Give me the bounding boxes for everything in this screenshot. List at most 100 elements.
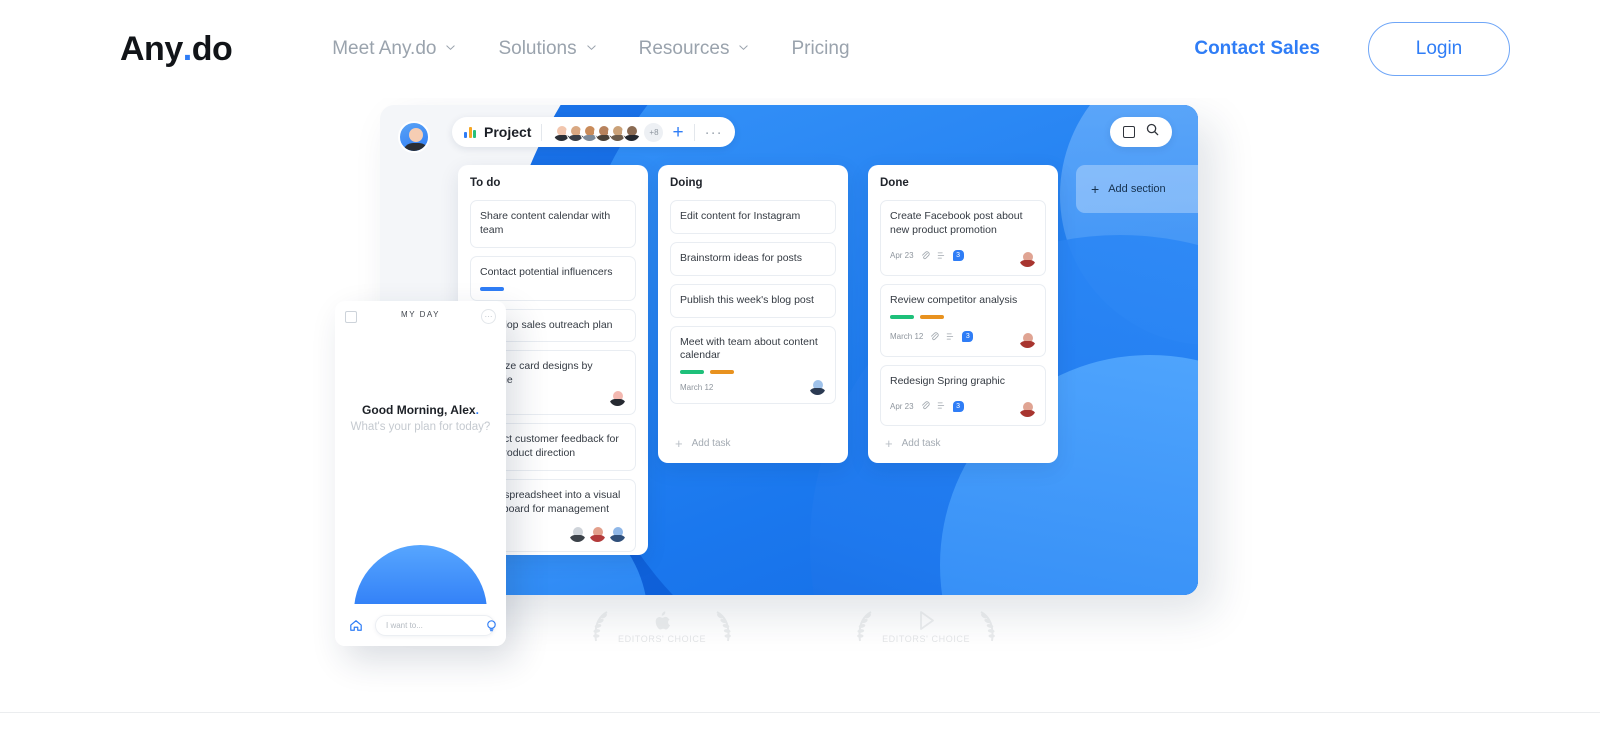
avatar[interactable] (809, 378, 826, 396)
avatar[interactable] (589, 525, 606, 542)
task-meta: Apr 23 3 (890, 397, 1036, 415)
badge-label: EDITORS' CHOICE (618, 633, 707, 644)
task-title: Brainstorm ideas for posts (680, 251, 802, 264)
add-member-button[interactable]: + (672, 123, 683, 142)
search-icon[interactable] (1146, 123, 1159, 141)
task-tags (890, 314, 1036, 319)
login-button[interactable]: Login (1368, 22, 1510, 76)
task-tags (480, 286, 626, 291)
avatar[interactable] (1019, 400, 1036, 418)
attachment-icon (921, 397, 930, 415)
square-icon[interactable] (1123, 126, 1135, 138)
task-card[interactable]: Share content calendar with team (470, 200, 636, 248)
comment-count-badge: 3 (952, 250, 964, 262)
task-meta: March 12 (680, 383, 826, 392)
avatar-head (409, 128, 423, 142)
mobile-app-mockup: MY DAY ··· Good Morning, Alex. What's yo… (335, 301, 506, 646)
bar-chart-icon (464, 126, 477, 138)
task-meta: March 12 3 (890, 328, 1036, 346)
topbar-actions (1110, 117, 1172, 147)
avatar[interactable] (622, 122, 642, 142)
chevron-down-icon (586, 42, 597, 53)
board-column-done: Done Create Facebook post about new prod… (868, 165, 1058, 463)
task-title: Redesign Spring graphic (890, 374, 1005, 387)
task-card[interactable]: Meet with team about content calendar Ma… (670, 325, 836, 405)
laurel-left-icon (854, 610, 876, 644)
home-icon[interactable] (349, 619, 363, 632)
logo-tail: do (191, 29, 233, 68)
badge-label: EDITORS' CHOICE (882, 633, 971, 644)
page-root: Any.do Meet Any.do Solutions Resources (0, 0, 1600, 732)
task-card[interactable]: Brainstorm ideas for posts (670, 241, 836, 276)
attachment-icon (930, 328, 939, 346)
google-play-icon (918, 611, 935, 631)
task-card[interactable]: Edit content for Instagram (670, 200, 836, 234)
task-title: Contact potential influencers (480, 265, 613, 278)
laurel-left-icon (590, 610, 612, 644)
mobile-bottom-bar: I want to... (335, 604, 506, 646)
nav-item-solutions[interactable]: Solutions (498, 38, 596, 60)
nav-right: Contact Sales Login (1194, 0, 1510, 98)
contact-sales-link[interactable]: Contact Sales (1194, 38, 1320, 60)
mobile-task-input[interactable]: I want to... (375, 615, 495, 636)
task-card[interactable]: Contact potential influencers (470, 255, 636, 301)
tag (710, 370, 734, 375)
task-title: Publish this week's blog post (680, 293, 814, 306)
task-title: Edit content for Instagram (680, 210, 801, 222)
nav-item-label: Solutions (498, 38, 577, 59)
laurel-right-icon (976, 610, 998, 644)
more-options-button[interactable]: ··· (705, 125, 723, 140)
avatar[interactable] (569, 525, 586, 542)
subtask-icon (937, 397, 946, 415)
task-date: March 12 (890, 332, 924, 342)
task-title: Review competitor analysis (890, 293, 1018, 306)
task-date: Apr 23 (890, 401, 914, 411)
chevron-down-icon (738, 42, 749, 53)
badge-content: EDITORS' CHOICE (618, 611, 706, 644)
avatar[interactable] (1019, 331, 1036, 348)
board-column-doing: Doing Edit content for Instagram Brainst… (658, 165, 848, 463)
task-card[interactable]: Create Facebook post about new product p… (880, 200, 1046, 276)
add-task-button[interactable]: + Add task (670, 426, 836, 463)
logo-dot: . (182, 29, 192, 68)
add-section-label: Add section (1108, 183, 1166, 195)
project-pill[interactable]: Project +8 + ··· (452, 117, 735, 147)
column-footer: + Add task (880, 426, 1046, 463)
logo[interactable]: Any. do (120, 29, 233, 69)
nav-item-label: Pricing (791, 38, 850, 59)
laurel-right-icon (712, 610, 734, 644)
nav-item-label: Resources (638, 38, 730, 59)
avatar[interactable] (609, 389, 626, 407)
task-meta: Apr 23 3 (890, 247, 1036, 265)
column-title: To do (470, 177, 501, 189)
lightbulb-icon[interactable] (485, 619, 498, 632)
avatar-body (403, 143, 428, 151)
column-title: Done (880, 177, 909, 189)
more-icon[interactable]: ··· (481, 309, 496, 324)
add-task-button[interactable]: + Add task (880, 426, 1046, 463)
greeting-label: Good Morning, Alex (362, 403, 476, 417)
avatar[interactable] (609, 525, 626, 542)
avatar[interactable] (1019, 250, 1036, 267)
avatar-overflow-badge[interactable]: +8 (644, 122, 664, 142)
member-avatars[interactable] (552, 122, 642, 142)
greeting-text: Good Morning, Alex. (335, 403, 506, 417)
tag (480, 286, 504, 291)
sun-dome-graphic (354, 545, 487, 612)
nav-links: Meet Any.do Solutions Resources Pricing (332, 38, 849, 60)
subtask-icon (946, 328, 955, 346)
task-date: March 12 (680, 383, 714, 393)
nav-item-pricing[interactable]: Pricing (791, 38, 849, 60)
task-title: Create Facebook post about new product p… (890, 210, 1023, 236)
logo-main: Any (120, 29, 183, 68)
add-section-button[interactable]: + Add section (1076, 165, 1198, 213)
nav-item-resources[interactable]: Resources (639, 38, 750, 60)
badge-apple-editors-choice: EDITORS' CHOICE (590, 610, 734, 644)
mobile-header: MY DAY ··· (335, 301, 506, 335)
avatar[interactable] (398, 121, 430, 153)
task-card[interactable]: Publish this week's blog post (670, 283, 836, 318)
tag (890, 314, 914, 319)
task-card[interactable]: Redesign Spring graphic Apr 23 3 (880, 364, 1046, 427)
task-card[interactable]: Review competitor analysis March 12 3 (880, 283, 1046, 357)
nav-item-meet-anydo[interactable]: Meet Any.do (332, 38, 456, 60)
